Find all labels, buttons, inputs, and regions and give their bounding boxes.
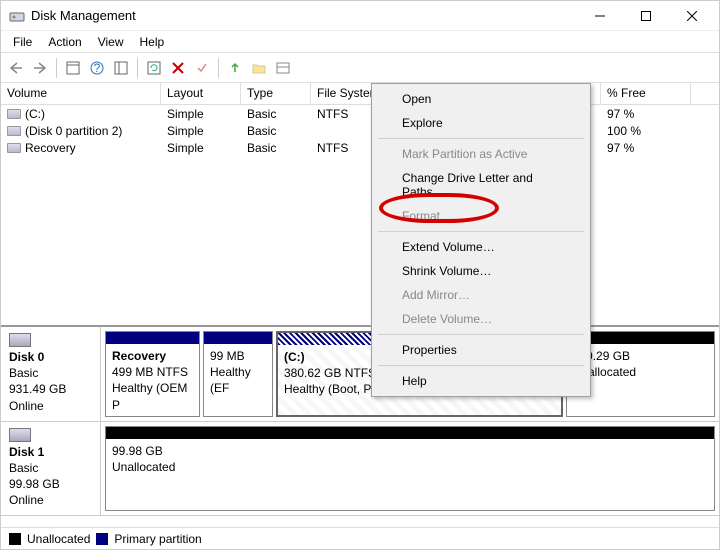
ctx-extend-volume[interactable]: Extend Volume…	[374, 235, 588, 259]
legend: Unallocated Primary partition	[1, 527, 719, 549]
volume-icon	[7, 143, 21, 153]
disk-mgmt-icon	[9, 8, 25, 24]
ctx-format: Format…	[374, 204, 588, 228]
disk-graph: Disk 0 Basic 931.49 GB Online Recovery 4…	[1, 325, 719, 516]
menu-file[interactable]: File	[5, 33, 40, 51]
refresh-icon[interactable]	[143, 57, 165, 79]
back-button[interactable]	[5, 57, 27, 79]
legend-unalloc-swatch	[9, 533, 21, 545]
ctx-mark-active: Mark Partition as Active	[374, 142, 588, 166]
minimize-button[interactable]	[577, 1, 623, 31]
disk-row-1: Disk 1 Basic 99.98 GB Online 99.98 GB Un…	[1, 422, 719, 516]
legend-unalloc-label: Unallocated	[27, 532, 90, 546]
check-icon[interactable]	[191, 57, 213, 79]
volume-icon	[7, 109, 21, 119]
view-panel-icon[interactable]	[62, 57, 84, 79]
menu-help[interactable]: Help	[132, 33, 173, 51]
folder-icon[interactable]	[248, 57, 270, 79]
ctx-add-mirror: Add Mirror…	[374, 283, 588, 307]
menu-action[interactable]: Action	[40, 33, 89, 51]
col-free[interactable]: % Free	[601, 83, 691, 104]
ctx-explore[interactable]: Explore	[374, 111, 588, 135]
ctx-open[interactable]: Open	[374, 87, 588, 111]
help-icon[interactable]: ?	[86, 57, 108, 79]
delete-icon[interactable]	[167, 57, 189, 79]
svg-text:?: ?	[94, 61, 101, 75]
menu-view[interactable]: View	[90, 33, 132, 51]
volume-table-header: Volume Layout Type File System % Free	[1, 83, 719, 105]
disk-label: Disk 1	[9, 445, 44, 459]
ctx-delete-volume: Delete Volume…	[374, 307, 588, 331]
ctx-help[interactable]: Help	[374, 369, 588, 393]
col-type[interactable]: Type	[241, 83, 311, 104]
legend-primary-swatch	[96, 533, 108, 545]
disk-label: Disk 0	[9, 350, 44, 364]
table-row[interactable]: (Disk 0 partition 2) Simple Basic 100 %	[1, 122, 719, 139]
table-row[interactable]: (C:) Simple Basic NTFS 97 %	[1, 105, 719, 122]
maximize-button[interactable]	[623, 1, 669, 31]
partition-efi[interactable]: 99 MB Healthy (EF	[203, 331, 273, 417]
partition-unallocated[interactable]: 99.98 GB Unallocated	[105, 426, 715, 511]
volume-icon	[7, 126, 21, 136]
settings-panel-icon[interactable]	[110, 57, 132, 79]
menubar: File Action View Help	[1, 31, 719, 53]
disk-info[interactable]: Disk 1 Basic 99.98 GB Online	[1, 422, 101, 515]
close-button[interactable]	[669, 1, 715, 31]
context-menu: Open Explore Mark Partition as Active Ch…	[371, 83, 591, 397]
disk-icon	[9, 333, 31, 347]
partition-recovery[interactable]: Recovery 499 MB NTFS Healthy (OEM P	[105, 331, 200, 417]
titlebar: Disk Management	[1, 1, 719, 31]
window-title: Disk Management	[31, 8, 577, 23]
legend-primary-label: Primary partition	[114, 532, 201, 546]
toolbar: ?	[1, 53, 719, 83]
table-row[interactable]: Recovery Simple Basic NTFS 97 %	[1, 139, 719, 156]
forward-button[interactable]	[29, 57, 51, 79]
volume-table-body: (C:) Simple Basic NTFS 97 % (Disk 0 part…	[1, 105, 719, 165]
ctx-change-letter[interactable]: Change Drive Letter and Paths…	[374, 166, 588, 204]
disk-row-0: Disk 0 Basic 931.49 GB Online Recovery 4…	[1, 327, 719, 422]
disk-info[interactable]: Disk 0 Basic 931.49 GB Online	[1, 327, 101, 421]
ctx-shrink-volume[interactable]: Shrink Volume…	[374, 259, 588, 283]
disk-icon	[9, 428, 31, 442]
ctx-properties[interactable]: Properties	[374, 338, 588, 362]
upload-icon[interactable]	[224, 57, 246, 79]
col-volume[interactable]: Volume	[1, 83, 161, 104]
list-icon[interactable]	[272, 57, 294, 79]
col-layout[interactable]: Layout	[161, 83, 241, 104]
